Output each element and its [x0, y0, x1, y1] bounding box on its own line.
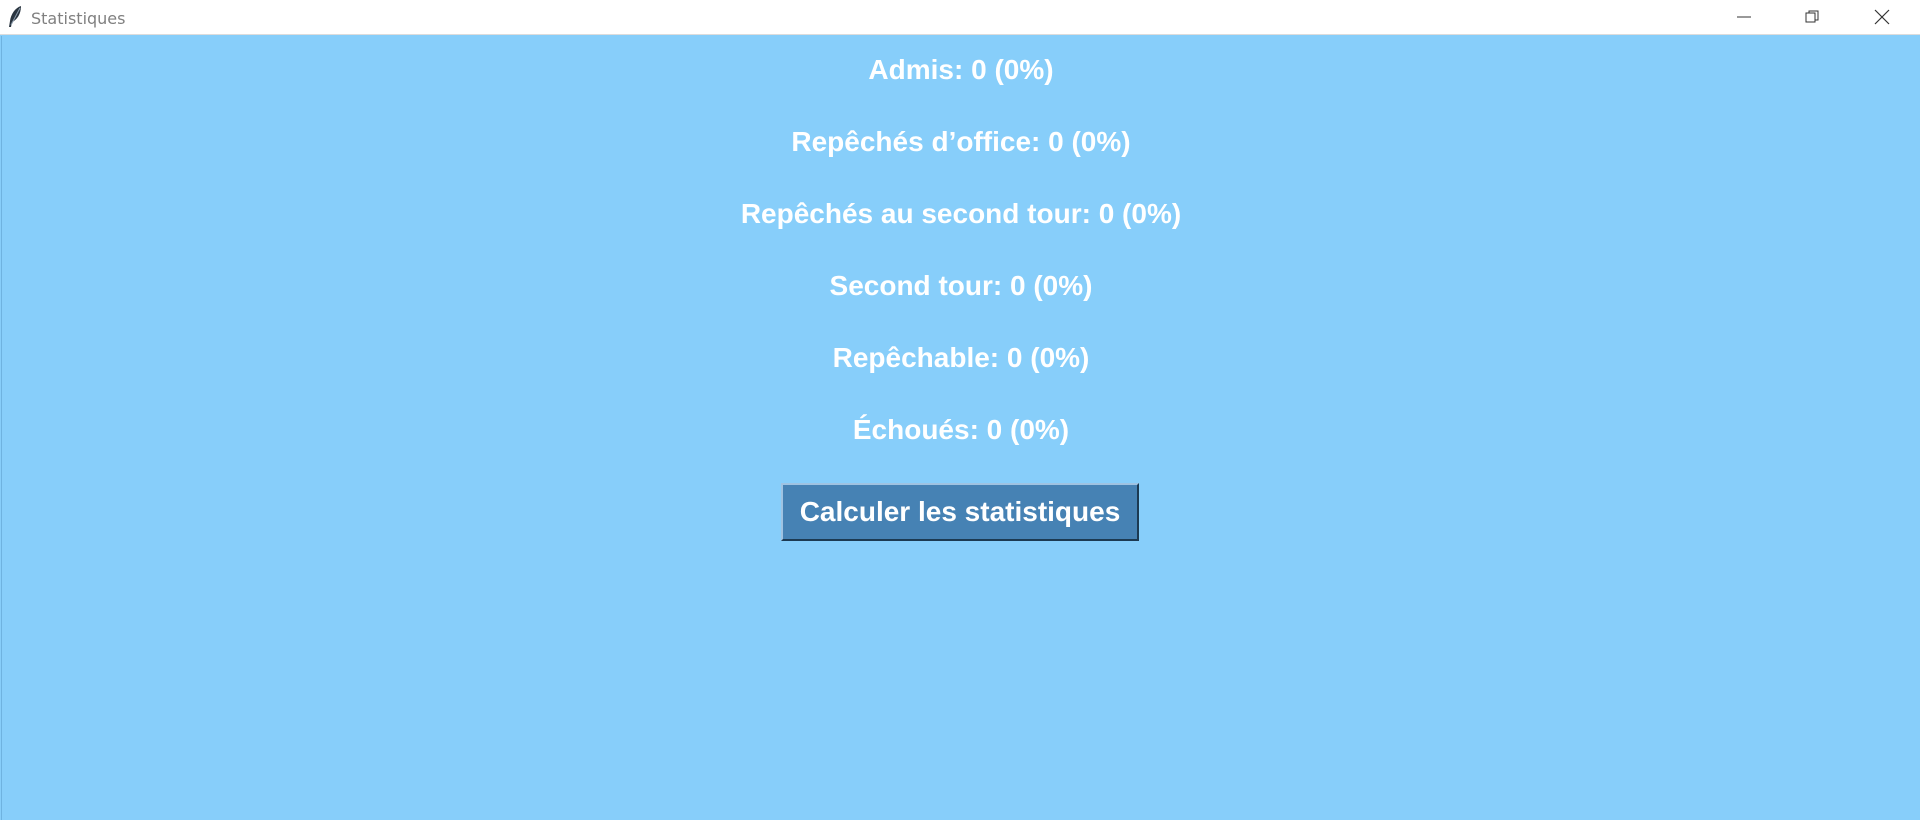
close-icon	[1874, 9, 1890, 25]
stat-echoues: Échoués: 0 (0%)	[852, 414, 1070, 445]
restore-icon	[1805, 10, 1819, 24]
window-title: Statistiques	[31, 9, 126, 28]
stat-second-tour: Second tour: 0 (0%)	[829, 270, 1093, 301]
stat-repechable: Repêchable: 0 (0%)	[832, 342, 1090, 373]
restore-button[interactable]	[1778, 0, 1846, 34]
stats-panel: Admis: 0 (0%) Repêchés d’office: 0 (0%) …	[1, 36, 1919, 820]
stat-repeches-office: Repêchés d’office: 0 (0%)	[791, 126, 1131, 157]
title-bar[interactable]: Statistiques	[0, 0, 1920, 35]
app-window: Statistiques Admis: 0 (0%) Repêchés d’of…	[0, 0, 1920, 820]
close-button[interactable]	[1848, 0, 1916, 34]
calculate-stats-button[interactable]: Calculer les statistiques	[781, 483, 1139, 541]
minimize-button[interactable]	[1710, 0, 1778, 34]
stat-admis: Admis: 0 (0%)	[868, 54, 1054, 85]
stat-repeches-second-tour: Repêchés au second tour: 0 (0%)	[740, 198, 1182, 229]
feather-icon	[6, 5, 24, 29]
minimize-icon	[1737, 10, 1751, 24]
